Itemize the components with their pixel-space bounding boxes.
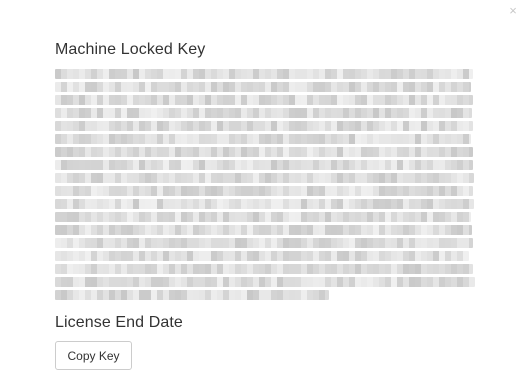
obscured-key-line	[55, 212, 471, 222]
obscured-key-line	[55, 69, 473, 79]
obscured-key-line	[55, 108, 472, 118]
license-end-date-title: License End Date	[55, 314, 183, 331]
close-icon[interactable]: ×	[506, 4, 520, 18]
obscured-key-line	[55, 173, 474, 183]
obscured-key-line	[55, 82, 471, 92]
obscured-key-line	[55, 238, 473, 248]
obscured-key-line	[55, 134, 471, 144]
obscured-key-line	[55, 186, 473, 196]
obscured-key-line	[55, 251, 469, 261]
obscured-key-line	[55, 121, 473, 131]
obscured-key-line	[55, 225, 472, 235]
copy-key-button[interactable]: Copy Key	[55, 341, 132, 370]
obscured-key-line	[55, 290, 329, 300]
obscured-key-line	[55, 277, 475, 287]
obscured-key-line	[55, 199, 474, 209]
machine-locked-key-title: Machine Locked Key	[55, 41, 206, 58]
obscured-key-line	[55, 147, 473, 157]
obscured-key-line	[55, 95, 473, 105]
machine-locked-key-value	[55, 69, 475, 305]
obscured-key-line	[55, 264, 473, 274]
license-dialog: × Machine Locked Key License End Date Co…	[0, 0, 530, 382]
obscured-key-line	[55, 160, 473, 170]
